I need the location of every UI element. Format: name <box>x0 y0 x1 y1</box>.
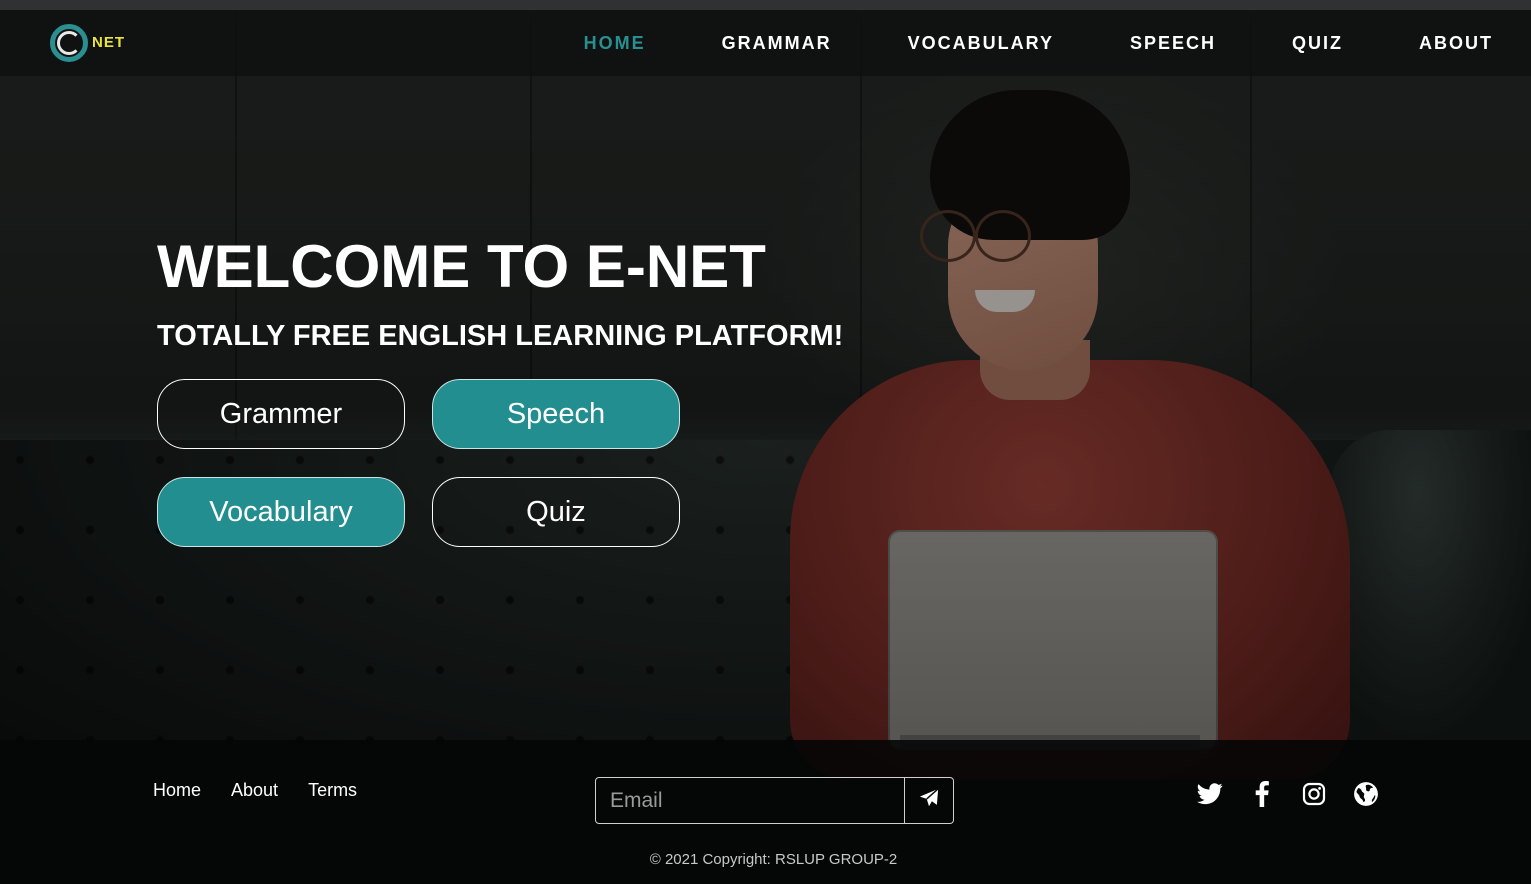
nav-home[interactable]: HOME <box>546 33 684 54</box>
footer-links: Home About Terms <box>153 780 357 801</box>
nav-speech[interactable]: SPEECH <box>1092 33 1254 54</box>
email-input[interactable] <box>595 777 905 824</box>
facebook-icon[interactable] <box>1248 780 1276 808</box>
speech-button[interactable]: Speech <box>432 379 680 449</box>
window-top-strip <box>0 0 1531 10</box>
quiz-button[interactable]: Quiz <box>432 477 680 547</box>
instagram-icon[interactable] <box>1300 780 1328 808</box>
vocabulary-button[interactable]: Vocabulary <box>157 477 405 547</box>
copyright-text: © 2021 Copyright: RSLUP GROUP-2 <box>649 851 898 868</box>
enet-logo[interactable]: NET <box>48 22 138 66</box>
nav-vocabulary[interactable]: VOCABULARY <box>870 33 1092 54</box>
nav-grammar[interactable]: GRAMMAR <box>684 33 870 54</box>
top-navbar: NET HOME GRAMMAR VOCABULARY SPEECH QUIZ … <box>0 10 1531 76</box>
footer-link-terms[interactable]: Terms <box>308 780 357 801</box>
footer-link-about[interactable]: About <box>231 780 278 801</box>
nav-about[interactable]: ABOUT <box>1381 33 1531 54</box>
nav-links: HOME GRAMMAR VOCABULARY SPEECH QUIZ ABOU… <box>546 10 1531 76</box>
grammer-button[interactable]: Grammer <box>157 379 405 449</box>
newsletter-form <box>595 777 954 824</box>
hero-subtitle: TOTALLY FREE ENGLISH LEARNING PLATFORM! <box>157 320 844 352</box>
twitter-icon[interactable] <box>1196 780 1224 808</box>
globe-icon[interactable] <box>1352 780 1380 808</box>
hero-title: WELCOME TO E-NET <box>157 233 766 300</box>
social-links <box>1196 780 1380 808</box>
logo-text: NET <box>92 34 125 51</box>
footer: Home About Terms Email © 2021 Copyright:… <box>0 740 1531 884</box>
send-button[interactable] <box>905 777 954 824</box>
footer-link-home[interactable]: Home <box>153 780 201 801</box>
paper-plane-icon <box>918 787 940 814</box>
nav-quiz[interactable]: QUIZ <box>1254 33 1381 54</box>
